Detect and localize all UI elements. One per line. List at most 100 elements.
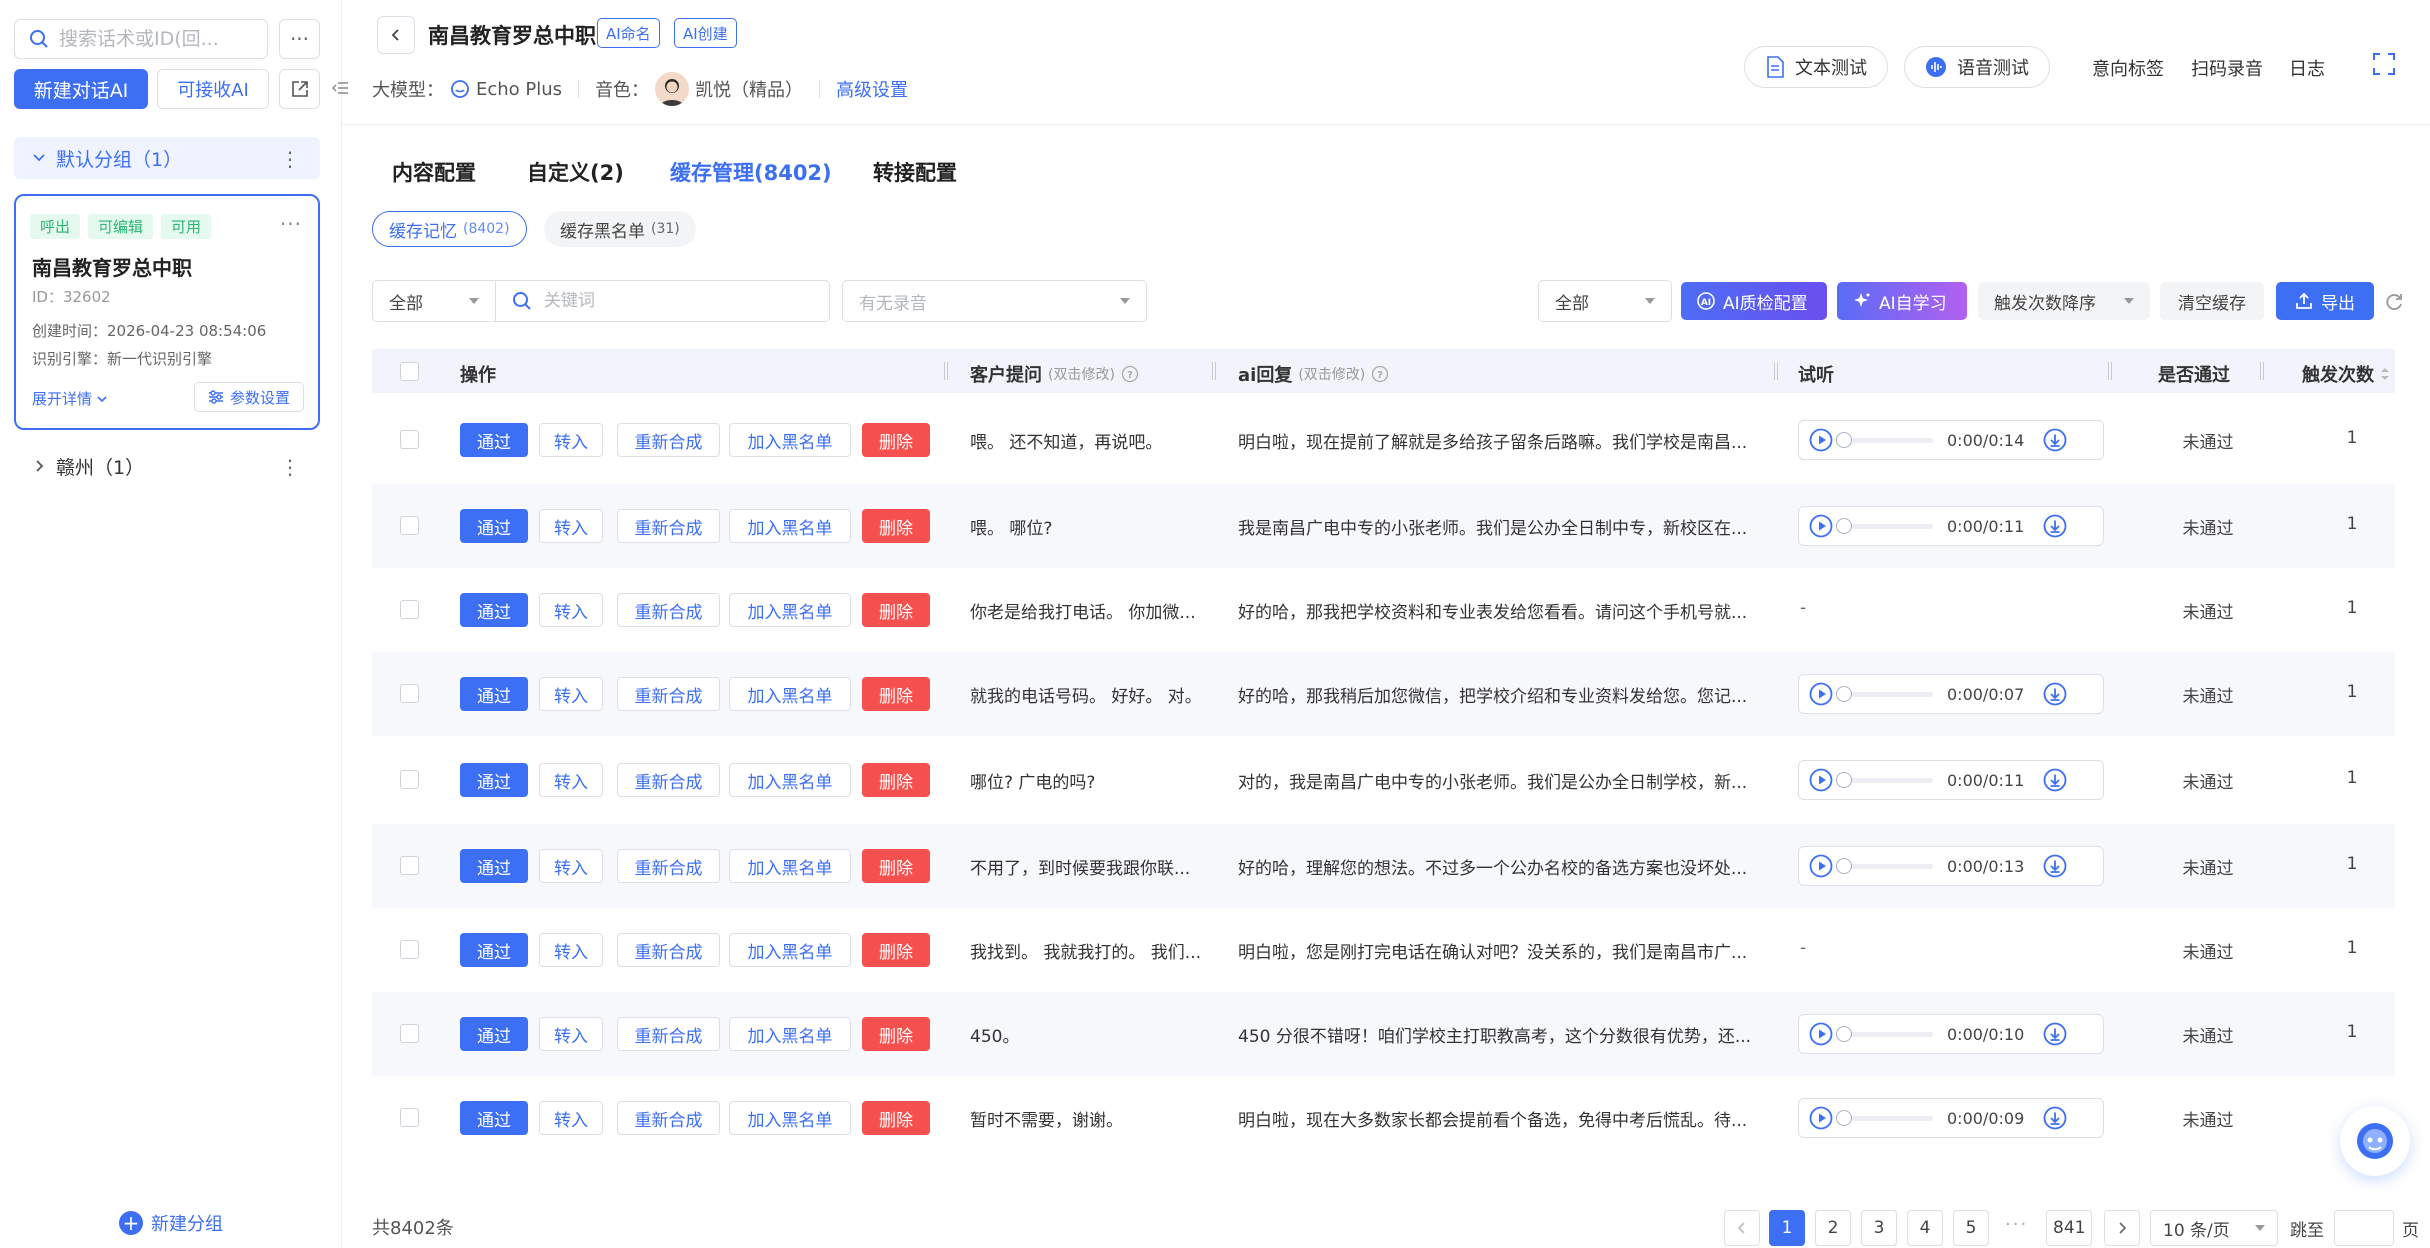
text-test-button[interactable]: 文本测试 [1744,46,1888,88]
subtab-cache-memory[interactable]: 缓存记忆 (8402) [372,211,527,247]
row-checkbox[interactable] [400,684,419,703]
audio-player[interactable]: 0:00/0:13 [1798,846,2104,886]
add-blacklist-button[interactable]: 加入黑名单 [729,509,851,543]
voice-test-button[interactable]: 语音测试 [1904,46,2050,88]
expand-details-link[interactable]: 展开详情 [32,388,108,409]
back-button[interactable] [377,16,415,54]
slider-knob[interactable] [1836,1109,1852,1126]
delete-button[interactable]: 删除 [862,509,930,543]
ai-search-box[interactable] [14,19,268,59]
approve-button[interactable]: 通过 [460,763,528,797]
kebab-icon[interactable]: ⋮ [280,147,300,171]
tab-content-config[interactable]: 内容配置 [392,157,476,187]
approve-button[interactable]: 通过 [460,849,528,883]
page-ellipsis[interactable]: ··· [2005,1214,2028,1235]
voice-value[interactable]: 凯悦（精品） [695,76,803,102]
audio-player[interactable]: 0:00/0:14 [1798,420,2104,460]
audio-progress-slider[interactable] [1836,1109,1933,1126]
audio-player[interactable]: 0:00/0:11 [1798,760,2104,800]
resynthesize-button[interactable]: 重新合成 [617,763,720,797]
ai-card[interactable]: 呼出 可编辑 可用 ··· 南昌教育罗总中职 ID：32602 创建时间：202… [14,194,320,430]
kebab-icon[interactable]: ⋮ [280,455,300,479]
delete-button[interactable]: 删除 [862,933,930,967]
resynthesize-button[interactable]: 重新合成 [617,849,720,883]
delete-button[interactable]: 删除 [862,677,930,711]
header-count[interactable]: 触发次数 [2302,361,2390,387]
clear-cache-button[interactable]: 清空缓存 [2160,282,2264,320]
page-1-button[interactable]: 1 [1769,1210,1805,1246]
play-icon[interactable] [1809,514,1833,538]
delete-button[interactable]: 删除 [862,763,930,797]
transfer-in-button[interactable]: 转入 [539,1017,603,1051]
download-icon[interactable] [2043,682,2067,706]
page-size-select[interactable]: 10 条/页 [2150,1210,2278,1246]
delete-button[interactable]: 删除 [862,1101,930,1135]
group-ganzhou[interactable]: 赣州（1） ⋮ [14,445,320,487]
row-checkbox[interactable] [400,770,419,789]
play-icon[interactable] [1809,682,1833,706]
approve-button[interactable]: 通过 [460,509,528,543]
transfer-in-button[interactable]: 转入 [539,849,603,883]
refresh-icon[interactable] [2384,292,2404,312]
transfer-in-button[interactable]: 转入 [539,763,603,797]
delete-button[interactable]: 删除 [862,1017,930,1051]
delete-button[interactable]: 删除 [862,849,930,883]
column-resize-handle[interactable] [2260,362,2264,380]
receivable-ai-button[interactable]: 可接收AI [157,69,269,109]
download-icon[interactable] [2043,428,2067,452]
customer-question[interactable]: 450。 [970,1022,1220,1047]
approve-button[interactable]: 通过 [460,933,528,967]
next-page-button[interactable] [2104,1210,2140,1246]
download-icon[interactable] [2043,768,2067,792]
ai-reply[interactable]: 明白啦，现在提前了解就是多给孩子留条后路嘛。我们学校是南昌... [1238,428,1778,453]
download-icon[interactable] [2043,1022,2067,1046]
audio-progress-slider[interactable] [1836,431,1933,448]
tab-cache-management[interactable]: 缓存管理(8402) [670,157,832,187]
customer-question[interactable]: 不用了，到时候要我跟你联... [970,854,1220,879]
more-button[interactable]: ··· [279,19,320,59]
scan-record-link[interactable]: 扫码录音 [2191,55,2263,81]
column-resize-handle[interactable] [1212,362,1216,380]
audio-player[interactable]: 0:00/0:09 [1798,1098,2104,1138]
ai-self-learn-button[interactable]: AI自学习 [1837,282,1967,320]
resynthesize-button[interactable]: 重新合成 [617,423,720,457]
open-external-button[interactable] [279,69,320,109]
ai-reply[interactable]: 明白啦，现在大多数家长都会提前看个备选，免得中考后慌乱。待... [1238,1106,1778,1131]
column-resize-handle[interactable] [1774,362,1778,380]
keyword-input[interactable] [542,290,802,312]
ai-search-input[interactable] [57,27,237,51]
customer-question[interactable]: 哪位? 广电的吗? [970,768,1220,793]
slider-knob[interactable] [1836,771,1852,788]
row-checkbox[interactable] [400,1108,419,1127]
param-settings-button[interactable]: 参数设置 [194,382,304,412]
download-icon[interactable] [2043,1106,2067,1130]
model-value[interactable]: Echo Plus [476,79,562,100]
ai-reply[interactable]: 好的哈，理解您的想法。不过多一个公办名校的备选方案也没坏处... [1238,854,1778,879]
prev-page-button[interactable] [1724,1210,1760,1246]
slider-knob[interactable] [1836,857,1852,874]
add-blacklist-button[interactable]: 加入黑名单 [729,849,851,883]
customer-question[interactable]: 暂时不需要，谢谢。 [970,1106,1220,1131]
audio-progress-slider[interactable] [1836,857,1933,874]
column-resize-handle[interactable] [2108,362,2112,380]
fullscreen-icon[interactable] [2372,52,2396,76]
ai-reply[interactable]: 450 分很不错呀！咱们学校主打职教高考，这个分数很有优势，还... [1238,1022,1778,1047]
row-checkbox[interactable] [400,516,419,535]
ai-reply[interactable]: 好的哈，那我稍后加您微信，把学校介绍和专业资料发给您。您记... [1238,682,1778,707]
page-2-button[interactable]: 2 [1815,1210,1851,1246]
page-5-button[interactable]: 5 [1953,1210,1989,1246]
add-blacklist-button[interactable]: 加入黑名单 [729,933,851,967]
intent-tags-link[interactable]: 意向标签 [2092,55,2164,81]
jump-page-input[interactable] [2334,1210,2394,1246]
transfer-in-button[interactable]: 转入 [539,933,603,967]
audio-progress-slider[interactable] [1836,771,1933,788]
recording-select[interactable]: 有无录音 [842,280,1147,322]
customer-question[interactable]: 喂。 还不知道，再说吧。 [970,428,1220,453]
sort-select[interactable]: 触发次数降序 [1978,282,2150,320]
transfer-in-button[interactable]: 转入 [539,509,603,543]
export-button[interactable]: 导出 [2276,282,2374,320]
download-icon[interactable] [2043,854,2067,878]
resynthesize-button[interactable]: 重新合成 [617,593,720,627]
tab-custom[interactable]: 自定义(2) [527,157,624,187]
transfer-in-button[interactable]: 转入 [539,423,603,457]
